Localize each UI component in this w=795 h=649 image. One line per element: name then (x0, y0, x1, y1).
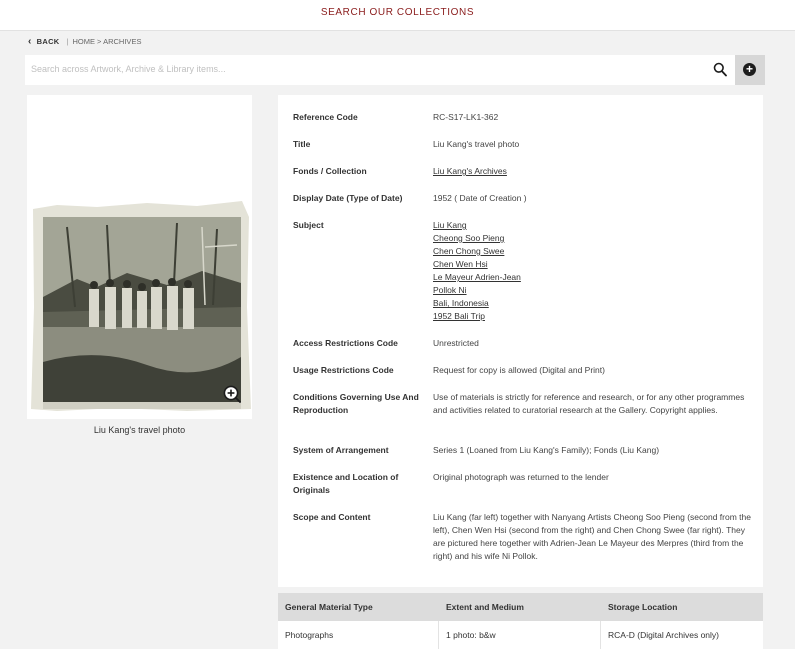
subject-link[interactable]: 1952 Bali Trip (433, 310, 753, 323)
detail-label: Scope and Content (293, 512, 371, 522)
subject-link[interactable]: Liu Kang (433, 219, 753, 232)
detail-value: Liu Kang's Archives (433, 165, 753, 178)
table-cell: Photographs (285, 630, 334, 640)
subject-link[interactable]: Pollok Ni (433, 284, 753, 297)
detail-value: Liu Kang's travel photo (433, 139, 520, 149)
plus-circle-icon: + (743, 63, 756, 76)
detail-label: Access Restrictions Code (293, 338, 398, 348)
breadcrumb-path[interactable]: HOME > ARCHIVES (72, 37, 141, 46)
column-header: Extent and Medium (446, 602, 524, 612)
archive-photo[interactable] (27, 187, 252, 414)
detail-label: Subject (293, 220, 324, 230)
detail-value: Series 1 (Loaned from Liu Kang's Family)… (433, 445, 660, 455)
top-bar: SEARCH OUR COLLECTIONS (0, 0, 795, 31)
image-panel (27, 95, 252, 419)
subject-link[interactable]: Le Mayeur Adrien-Jean (433, 271, 753, 284)
detail-label: Reference Code (293, 112, 358, 122)
detail-label: System of Arrangement (293, 445, 389, 455)
column-header: Storage Location (608, 602, 678, 612)
detail-value: Use of materials is strictly for referen… (433, 392, 745, 415)
detail-value: Liu Kang Cheong Soo Pieng Chen Chong Swe… (433, 219, 753, 323)
chevron-left-icon: ‹ (28, 35, 32, 47)
search-collections-link[interactable]: SEARCH OUR COLLECTIONS (0, 7, 795, 18)
column-divider (600, 621, 601, 649)
collection-link[interactable]: Liu Kang's Archives (433, 165, 753, 178)
subject-link[interactable]: Chen Chong Swee (433, 245, 753, 258)
table-cell: 1 photo: b&w (446, 630, 496, 640)
back-label: BACK (36, 37, 60, 46)
detail-label: Usage Restrictions Code (293, 365, 394, 375)
detail-value: Request for copy is allowed (Digital and… (433, 365, 605, 375)
detail-label: Conditions Governing Use And Reproductio… (293, 392, 419, 415)
subject-link[interactable]: Bali, Indonesia (433, 297, 753, 310)
detail-label: Fonds / Collection (293, 166, 367, 176)
image-caption: Liu Kang's travel photo (93, 425, 186, 435)
table-header: General Material Type Extent and Medium … (278, 593, 763, 621)
breadcrumb-separator: | (66, 37, 69, 46)
subject-link[interactable]: Chen Wen Hsi (433, 258, 753, 271)
column-header: General Material Type (285, 602, 373, 612)
column-divider (438, 621, 439, 649)
material-table: General Material Type Extent and Medium … (278, 593, 763, 649)
detail-label: Display Date (Type of Date) (293, 193, 403, 203)
add-button[interactable]: + (735, 55, 765, 85)
breadcrumb: ‹ BACK | HOME > ARCHIVES (28, 35, 141, 47)
detail-value: Liu Kang (far left) together with Nanyan… (433, 512, 751, 561)
search-bar: Search across Artwork, Archive & Library… (25, 55, 765, 85)
detail-value: RC-S17-LK1-362 (433, 112, 499, 122)
subject-link[interactable]: Cheong Soo Pieng (433, 232, 753, 245)
detail-value: 1952 ( Date of Creation ) (433, 193, 527, 203)
back-button[interactable]: ‹ BACK (28, 35, 60, 47)
table-cell: RCA-D (Digital Archives only) (608, 630, 719, 640)
search-icon[interactable] (713, 62, 727, 77)
detail-label: Title (293, 139, 311, 149)
detail-value: Original photograph was returned to the … (433, 472, 609, 482)
zoom-in-icon[interactable] (223, 385, 241, 403)
detail-label: Existence and Location of Originals (293, 472, 399, 495)
details-panel: Reference Code RC-S17-LK1-362 Title Liu … (278, 95, 763, 587)
search-input[interactable]: Search across Artwork, Archive & Library… (31, 64, 226, 74)
detail-value: Unrestricted (433, 338, 479, 348)
